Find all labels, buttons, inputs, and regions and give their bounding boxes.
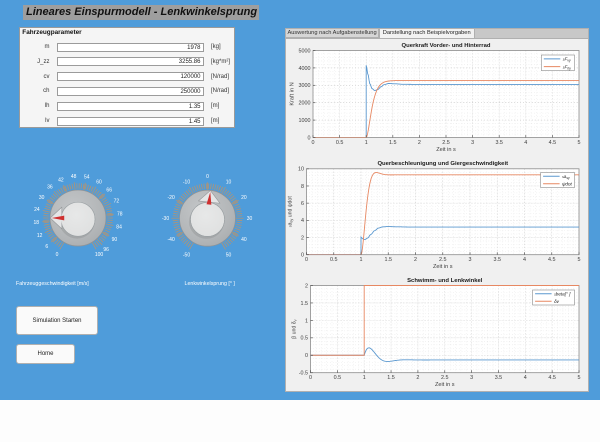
svg-text:6: 6 — [301, 201, 304, 207]
svg-text:3: 3 — [469, 257, 472, 263]
svg-text:3.5: 3.5 — [495, 375, 503, 381]
svg-text:0.5: 0.5 — [334, 375, 342, 381]
svg-text:1: 1 — [365, 140, 368, 146]
svg-text:3: 3 — [470, 375, 473, 381]
svg-text:0.5: 0.5 — [330, 257, 338, 263]
svg-text:0: 0 — [308, 135, 311, 141]
svg-text:0.5: 0.5 — [301, 336, 309, 342]
svg-text:β und δv: β und δv — [292, 319, 298, 338]
svg-text:0: 0 — [305, 353, 308, 359]
svg-text:4: 4 — [524, 140, 527, 146]
svg-text:0.5: 0.5 — [336, 140, 344, 146]
svg-text:1000: 1000 — [299, 118, 311, 124]
svg-text:1.5: 1.5 — [385, 257, 393, 263]
svg-text:1.5: 1.5 — [387, 375, 395, 381]
svg-text:1.5: 1.5 — [301, 301, 309, 307]
svg-text:sbeta[° ]: sbeta[° ] — [554, 291, 571, 296]
svg-text:0: 0 — [301, 253, 304, 259]
svg-text:2: 2 — [418, 140, 421, 146]
svg-text:5: 5 — [578, 375, 581, 381]
svg-text:4.5: 4.5 — [548, 257, 556, 263]
svg-text:1.5: 1.5 — [389, 140, 397, 146]
svg-text:4.5: 4.5 — [548, 375, 556, 381]
svg-text:ψdot: ψdot — [562, 181, 572, 186]
svg-text:Zeit in s: Zeit in s — [433, 264, 453, 270]
svg-text:3.5: 3.5 — [494, 257, 502, 263]
svg-text:3: 3 — [471, 140, 474, 146]
svg-text:Kraft in N: Kraft in N — [290, 82, 296, 105]
svg-text:0: 0 — [312, 140, 315, 146]
svg-text:Schwimm- und Lenkwinkel: Schwimm- und Lenkwinkel — [407, 278, 483, 284]
svg-text:4.5: 4.5 — [549, 140, 557, 146]
svg-text:2.5: 2.5 — [442, 140, 450, 146]
svg-text:1: 1 — [363, 375, 366, 381]
svg-text:Zeit in s: Zeit in s — [436, 147, 456, 153]
svg-text:2: 2 — [301, 235, 304, 241]
svg-text:sasy und ψdot: sasy und ψdot — [288, 196, 294, 228]
svg-text:5: 5 — [578, 140, 581, 146]
svg-text:4: 4 — [301, 218, 304, 224]
svg-text:0: 0 — [309, 375, 312, 381]
svg-text:0: 0 — [305, 257, 308, 263]
svg-text:1: 1 — [305, 318, 308, 324]
svg-text:2.5: 2.5 — [439, 257, 447, 263]
svg-text:2: 2 — [414, 257, 417, 263]
svg-text:δv: δv — [554, 299, 560, 304]
svg-text:1: 1 — [360, 257, 363, 263]
svg-text:4: 4 — [523, 257, 526, 263]
svg-text:Querbeschleunigung und Gierges: Querbeschleunigung und Giergeschwindigke… — [377, 161, 508, 167]
svg-text:2000: 2000 — [299, 101, 311, 107]
svg-text:Querkraft Vorder- und Hinterra: Querkraft Vorder- und Hinterrad — [402, 43, 491, 49]
svg-text:10: 10 — [298, 167, 304, 173]
svg-text:5: 5 — [578, 257, 581, 263]
svg-text:-0.5: -0.5 — [299, 371, 308, 377]
svg-text:Zeit in s: Zeit in s — [435, 382, 455, 388]
svg-text:2: 2 — [416, 375, 419, 381]
svg-text:2.5: 2.5 — [441, 375, 449, 381]
svg-text:2: 2 — [305, 283, 308, 289]
svg-text:3.5: 3.5 — [495, 140, 503, 146]
svg-text:5000: 5000 — [299, 48, 311, 54]
svg-text:4: 4 — [524, 375, 527, 381]
svg-text:8: 8 — [301, 184, 304, 190]
svg-text:3000: 3000 — [299, 83, 311, 89]
svg-text:4000: 4000 — [299, 66, 311, 72]
